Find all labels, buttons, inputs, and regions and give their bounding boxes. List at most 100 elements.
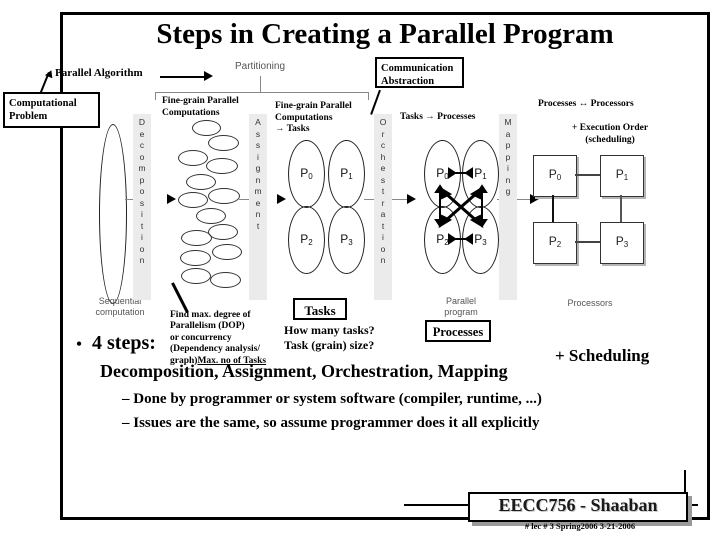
lane-letter: p [505, 151, 511, 162]
lane-letter: h [380, 151, 386, 162]
task-ellipse [206, 158, 238, 174]
task-process-ellipse-p3: P3 [328, 206, 365, 274]
processor-label-p2: P2 [548, 234, 562, 249]
callout-communication-abstraction: Communication Abstraction [375, 57, 464, 88]
stage-lane-mapping: M a p p i n g [499, 114, 517, 300]
lane-letter: s [380, 174, 386, 185]
task-process-ellipse-p2: P2 [288, 206, 325, 274]
lane-letter: A [255, 117, 261, 127]
bullet-steps-names: Decomposition, Assignment, Orchestration… [100, 361, 508, 381]
task-process-ellipse-p1: P1 [328, 140, 365, 208]
process-label-p0: P0 [300, 166, 313, 181]
arrow-decomposition-out [167, 194, 176, 204]
figure-label-processors: Processors [567, 298, 613, 308]
bullet-sub-2: – Issues are the same, so assume program… [122, 414, 700, 434]
lane-letter: t [256, 220, 260, 231]
process-label-p3: P3 [340, 232, 353, 247]
partitioning-bracket-left [155, 92, 156, 100]
task-ellipse [180, 250, 211, 266]
task-ellipse [181, 230, 212, 246]
connector-mapping-out [517, 199, 531, 200]
processor-link-p0-p2 [552, 195, 554, 222]
partitioning-stem [260, 76, 261, 92]
processor-label-p3: P3 [615, 234, 629, 249]
note-tasks-box: Tasks [293, 298, 347, 320]
annotation-processes-to-processors: Processes ↔ Processors [538, 99, 634, 109]
partitioning-bracket-top [155, 92, 369, 93]
lane-letter: i [257, 151, 259, 162]
figure-label-parallel-program: Parallel program [444, 296, 478, 317]
lane-letter: i [382, 232, 384, 242]
callout-communication-abstraction-label: Communication Abstraction [381, 63, 454, 88]
process-label-p2: P2 [300, 232, 313, 247]
footer-meta: # lec # 3 Spring2006 3-21-2006 [524, 521, 636, 531]
footer-course-label: EECC756 - Shaaban [498, 495, 658, 515]
lane-letter: p [139, 174, 145, 185]
task-ellipse [208, 188, 240, 204]
bullet-steps-label: 4 steps: [92, 332, 156, 354]
bullet-dot: • [76, 336, 82, 353]
bullet-sub-text: Done by programmer or system software (c… [133, 390, 542, 407]
annotation-fine-grain-2: Fine-grain Parallel Computations → Tasks [275, 101, 352, 135]
task-ellipse [208, 135, 239, 151]
task-ellipse [212, 244, 242, 260]
lane-letter: p [505, 140, 511, 150]
lane-letter: i [141, 232, 143, 242]
processor-label-p0: P0 [548, 167, 562, 182]
task-ellipse [196, 208, 226, 224]
lane-letter: r [381, 128, 385, 139]
bullet-sub-text: Issues are the same, so assume programme… [133, 415, 540, 432]
arrow-orchestration-out [407, 194, 416, 204]
annotation-fine-grain-1: Fine-grain Parallel Computations [162, 96, 239, 118]
connector-parallel-to-mapping [497, 199, 499, 200]
stage-lane-orchestration: O r c h e s t r a t i o n [374, 114, 392, 300]
lane-letter: g [255, 163, 261, 173]
lane-letter: t [381, 220, 385, 231]
processor-link-p1-p3 [620, 195, 622, 222]
task-ellipse [186, 174, 216, 190]
parallel-algorithm-arrow-line [160, 76, 206, 78]
process-label-p1: P1 [340, 166, 353, 181]
lane-letter: D [138, 117, 146, 127]
task-ellipse [181, 268, 211, 284]
lane-letter: a [505, 128, 511, 139]
lane-letter: t [140, 220, 144, 231]
lane-letter: r [381, 197, 385, 208]
processor-box-p0: P0 [533, 155, 577, 197]
lane-letter: n [255, 174, 261, 185]
bullet-list: • 4 steps: Decomposition, Assignment, Orc… [66, 332, 706, 434]
lane-letter: m [254, 186, 262, 196]
lane-letter: e [380, 163, 386, 173]
lane-letter: m [138, 163, 146, 173]
task-ellipse [192, 120, 221, 136]
lane-letter: n [255, 209, 261, 219]
footer-course-box: EECC756 - Shaaban [468, 492, 688, 522]
lane-letter: a [380, 209, 386, 219]
lane-letter: c [139, 140, 145, 150]
lane-letter: o [139, 186, 145, 196]
bullet-sub-1: – Done by programmer or system software … [122, 390, 645, 410]
annotation-tasks-to-processes: Tasks → Processes [400, 112, 476, 122]
processor-link-p0-p1 [575, 174, 600, 176]
stage-lane-assignment: A s s i g n m e n t [249, 114, 267, 300]
processor-box-p3: P3 [600, 222, 644, 264]
lane-letter: n [139, 255, 145, 265]
processor-box-p2: P2 [533, 222, 577, 264]
bullet-sub-dash: – [122, 390, 130, 407]
partitioning-bracket-right [368, 92, 369, 100]
callout-computational-problem: Computational Problem [3, 92, 100, 128]
sequential-computation-ellipse [99, 124, 127, 304]
lane-letter: t [381, 186, 385, 196]
processor-box-p1: P1 [600, 155, 644, 197]
bullet-sub-dash: – [122, 415, 130, 432]
lane-letter: s [255, 128, 261, 139]
lane-letter: o [139, 243, 145, 254]
task-ellipse [178, 192, 208, 208]
connector-tasks-to-orchestration [364, 199, 374, 200]
lane-letter: O [379, 117, 387, 127]
footer-connector-left [404, 504, 470, 506]
bullet-steps: • 4 steps: [66, 332, 706, 355]
task-ellipse [210, 272, 241, 288]
task-process-ellipse-p0: P0 [288, 140, 325, 208]
lane-letter: e [255, 197, 261, 208]
